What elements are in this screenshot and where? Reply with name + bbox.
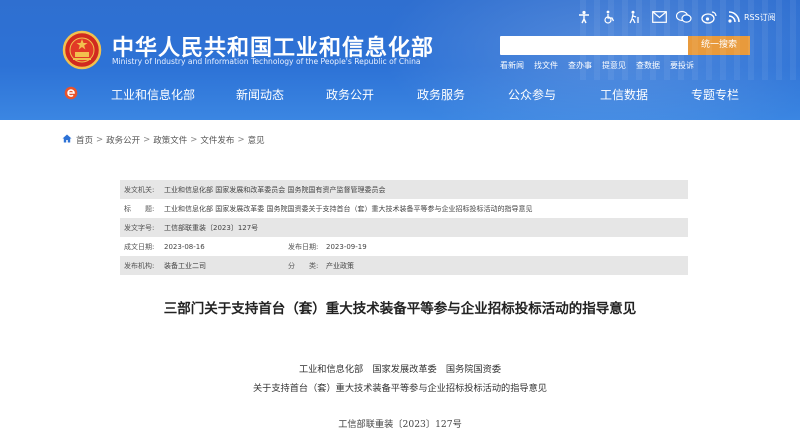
breadcrumb-file-release[interactable]: 文件发布: [200, 134, 234, 146]
main-nav: 工业和信息化部 新闻动态 政务公开 政务服务 公众参与 工信数据 专题专栏: [0, 80, 800, 107]
weibo-icon[interactable]: [701, 9, 717, 25]
top-toolbar: RSS订阅: [576, 9, 776, 25]
wheelchair-icon[interactable]: [601, 9, 617, 25]
breadcrumb: 首页 > 政务公开 > 政策文件 > 文件发布 > 意见: [62, 134, 265, 146]
breadcrumb-policy-files[interactable]: 政策文件: [153, 134, 187, 146]
breadcrumb-separator: >: [190, 135, 198, 145]
site-header: 中华人民共和国工业和信息化部 Ministry of Industry and …: [0, 0, 800, 120]
nav-item-miit[interactable]: 工业和信息化部: [111, 86, 195, 103]
nav-item-government-affairs[interactable]: 政务公开: [326, 86, 374, 103]
accessibility-icon[interactable]: [576, 9, 592, 25]
wechat-icon[interactable]: [676, 9, 692, 25]
meta-label: 发布机构:: [124, 261, 155, 270]
rss-subscribe-link[interactable]: RSS订阅: [744, 12, 776, 23]
meta-value: 2023-09-19: [326, 242, 367, 251]
nav-item-data[interactable]: 工信数据: [600, 86, 648, 103]
quick-link-feedback[interactable]: 提意见: [602, 60, 626, 71]
breadcrumb-gov-affairs[interactable]: 政务公开: [106, 134, 140, 146]
meta-label: 发布日期:: [288, 242, 319, 251]
nav-item-services[interactable]: 政务服务: [417, 86, 465, 103]
mail-icon[interactable]: [651, 9, 667, 25]
meta-label: 发文字号:: [124, 223, 155, 232]
quick-link-complaint[interactable]: 要投诉: [670, 60, 694, 71]
meta-row-issuer: 发文机关: 工业和信息化部 国家发展和改革委员会 国务院国有资产监督管理委员会: [120, 180, 688, 199]
site-subtitle: Ministry of Industry and Information Tec…: [112, 57, 421, 66]
e-logo-icon[interactable]: [64, 85, 78, 100]
quick-link-services[interactable]: 查办事: [568, 60, 592, 71]
meta-label: 标 题:: [124, 204, 155, 213]
breadcrumb-separator: >: [143, 135, 151, 145]
article-subtitle: 关于支持首台（套）重大技术装备平等参与企业招标投标活动的指导意见: [253, 383, 547, 394]
article-doc-number: 工信部联重装〔2023〕127号: [338, 419, 462, 430]
search-input[interactable]: [500, 36, 688, 55]
meta-value: 工业和信息化部 国家发展和改革委员会 国务院国有资产监督管理委员会: [164, 185, 386, 194]
quick-link-files[interactable]: 找文件: [534, 60, 558, 71]
quick-link-news[interactable]: 看新闻: [500, 60, 524, 71]
search-button[interactable]: 统一搜索: [688, 36, 750, 55]
nav-item-news[interactable]: 新闻动态: [236, 86, 284, 103]
national-emblem-logo[interactable]: [62, 30, 102, 70]
meta-label: 分 类:: [288, 261, 319, 270]
home-icon[interactable]: [62, 134, 72, 146]
meta-value: 工信部联重装〔2023〕127号: [164, 223, 259, 232]
meta-row-docno: 发文字号: 工信部联重装〔2023〕127号: [120, 218, 688, 237]
meta-row-dates: 成文日期: 2023-08-16 发布日期: 2023-09-19: [120, 237, 688, 256]
breadcrumb-separator: >: [96, 135, 104, 145]
breadcrumb-separator: >: [237, 135, 245, 145]
article-issuers: 工业和信息化部 国家发展改革委 国务院国资委: [298, 364, 502, 375]
nav-item-topics[interactable]: 专题专栏: [691, 86, 739, 103]
document-meta-table: 发文机关: 工业和信息化部 国家发展和改革委员会 国务院国有资产监督管理委员会 …: [120, 180, 688, 275]
quick-link-data[interactable]: 查数据: [636, 60, 660, 71]
meta-value: 产业政策: [326, 261, 354, 270]
rss-icon[interactable]: [726, 9, 742, 25]
breadcrumb-opinions[interactable]: 意见: [248, 134, 265, 146]
nav-item-participation[interactable]: 公众参与: [508, 86, 556, 103]
meta-value: 装备工业二司: [164, 261, 206, 270]
meta-value: 工业和信息化部 国家发展改革委 国务院国资委关于支持首台（套）重大技术装备平等参…: [164, 204, 533, 213]
meta-label: 发文机关:: [124, 185, 155, 194]
meta-label: 成文日期:: [124, 242, 155, 251]
elder-mode-icon[interactable]: [626, 9, 642, 25]
article-title: 三部门关于支持首台（套）重大技术装备平等参与企业招标投标活动的指导意见: [163, 301, 637, 317]
meta-value: 2023-08-16: [164, 242, 205, 251]
meta-row-org: 发布机构: 装备工业二司 分 类: 产业政策: [120, 256, 688, 275]
meta-row-title: 标 题: 工业和信息化部 国家发展改革委 国务院国资委关于支持首台（套）重大技术…: [120, 199, 688, 218]
quick-links: 看新闻 找文件 查办事 提意见 查数据 要投诉: [500, 60, 704, 71]
breadcrumb-home[interactable]: 首页: [76, 134, 93, 146]
